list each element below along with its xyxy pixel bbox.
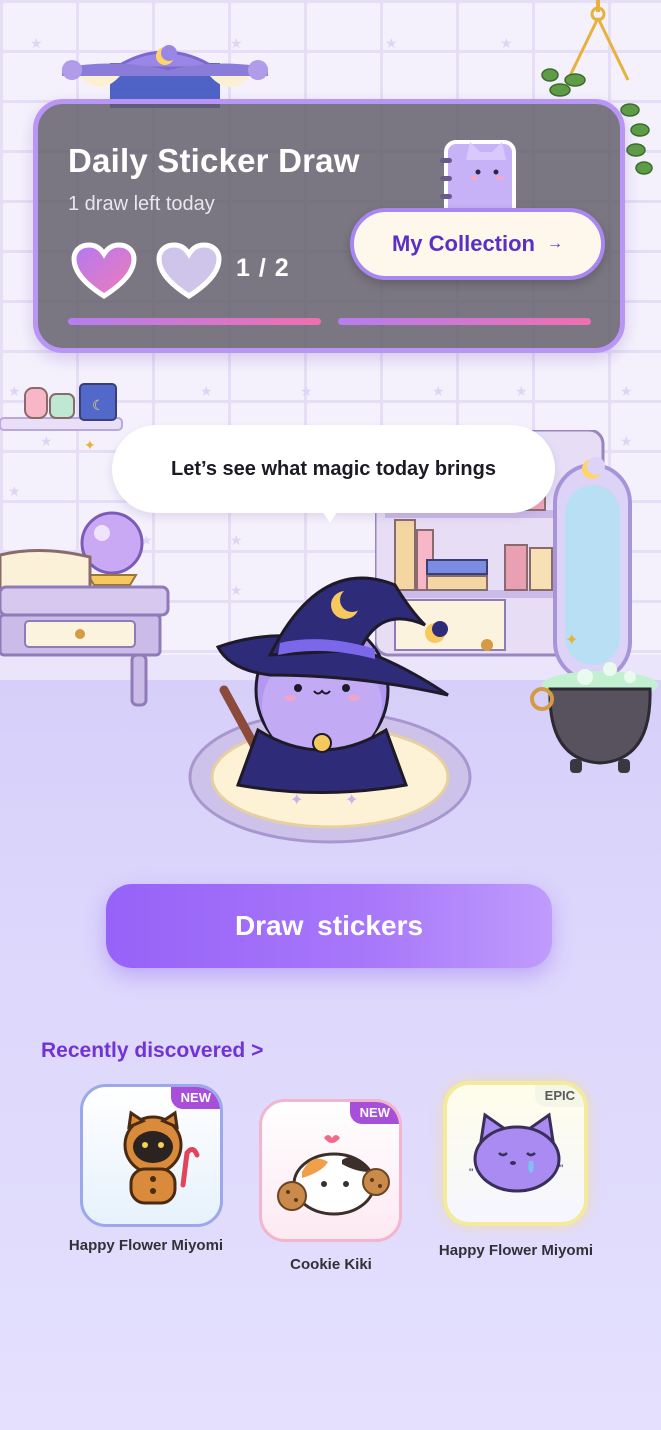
cauldron (530, 662, 658, 773)
svg-text:★: ★ (300, 383, 313, 399)
window-decoration (62, 45, 268, 108)
svg-text:": " (559, 1162, 563, 1176)
heart-filled-icon (71, 242, 137, 299)
draw-stickers-label: Draw stickers (234, 910, 424, 941)
svg-text:★: ★ (30, 35, 43, 51)
my-collection-label: My Collection (391, 231, 535, 256)
svg-text:": " (469, 1166, 473, 1180)
draw-stickers-button[interactable]: Draw stickers (106, 884, 552, 968)
speech-text: Let’s see what magic today brings (171, 457, 496, 480)
card-title: Daily Sticker Draw (68, 142, 360, 179)
wizard-cat (215, 576, 449, 794)
daily-draw-card: Daily Sticker Draw 1 draw left today 1 /… (33, 99, 625, 353)
svg-text:★: ★ (515, 383, 528, 399)
sticker-name-2: Cookie Kiki (290, 1256, 372, 1273)
potion-shelf: ☾ ✦ (0, 383, 123, 453)
svg-text:✦: ✦ (84, 437, 96, 453)
svg-text:★: ★ (432, 383, 445, 399)
sticker-card-2[interactable]: NEW (259, 1099, 402, 1242)
progress-segment-2 (338, 318, 591, 325)
desk-with-crystal-ball (0, 511, 170, 707)
svg-text:✦: ✦ (565, 632, 578, 649)
sticker-name-3: Happy Flower Miyomi (438, 1242, 594, 1259)
arrow-right-icon: → (547, 235, 563, 252)
recently-discovered-link[interactable]: Recently discovered > (41, 1039, 263, 1063)
speech-bubble: Let’s see what magic today brings (112, 425, 555, 513)
svg-text:★: ★ (620, 383, 633, 399)
sticker-card-1[interactable]: NEW (80, 1084, 223, 1227)
svg-text:★: ★ (200, 383, 213, 399)
sticker-name-1: Happy Flower Miyomi (68, 1237, 224, 1254)
my-collection-button[interactable]: My Collection → (350, 208, 605, 280)
svg-text:★: ★ (8, 483, 21, 499)
speech-bubble-tail (318, 505, 342, 523)
draw-screen: ★★★★ ★★★★★★ ★★ ★ ★★ ★★ ☾ (0, 0, 661, 1430)
draws-left-text: 1 draw left today (68, 193, 215, 215)
svg-text:★: ★ (230, 532, 243, 548)
svg-text:★: ★ (385, 35, 398, 51)
svg-text:★: ★ (620, 433, 633, 449)
sticker-card-3[interactable]: " " EPIC (443, 1081, 588, 1226)
progress-segment-1 (68, 318, 321, 325)
svg-text:☾: ☾ (92, 397, 105, 413)
draw-counter: 1 / 2 (236, 254, 290, 282)
heart-empty-icon (156, 242, 222, 299)
svg-text:★: ★ (500, 35, 513, 51)
